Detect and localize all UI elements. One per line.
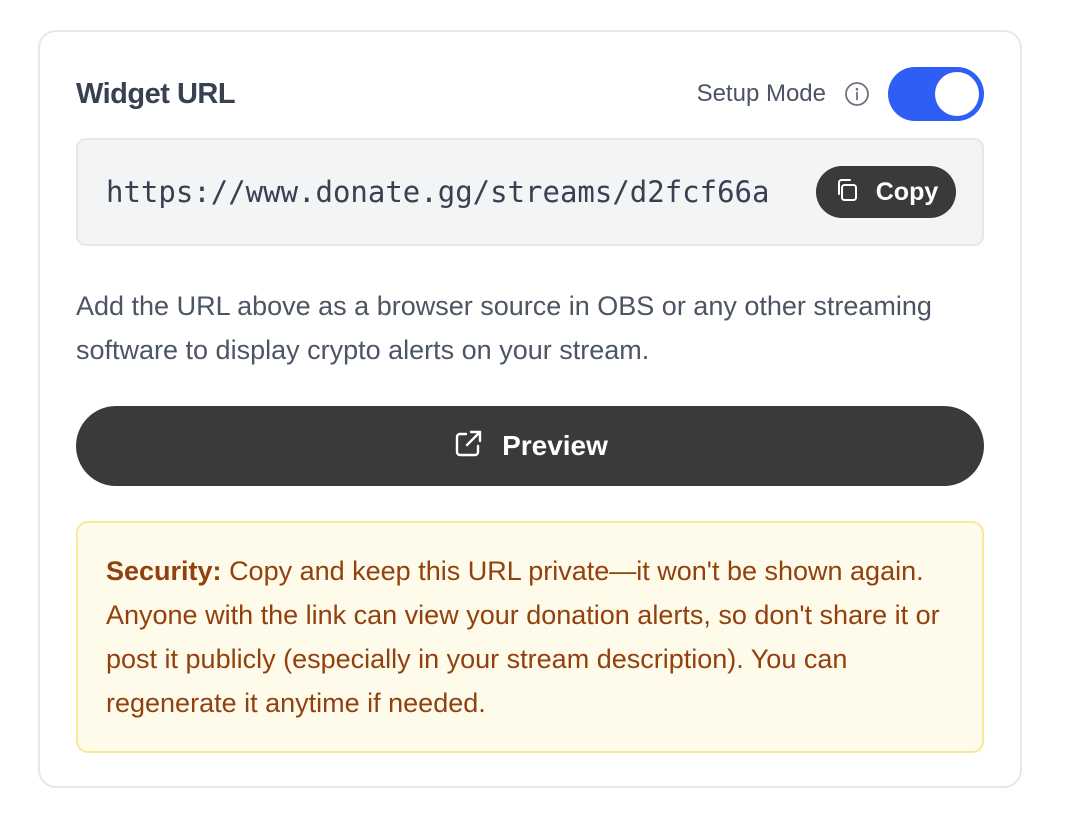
external-link-icon	[452, 428, 484, 465]
toggle-knob	[935, 72, 979, 116]
card-header: Widget URL Setup Mode	[76, 66, 984, 122]
copy-icon	[834, 177, 860, 208]
widget-url-field: https://www.donate.gg/streams/d2fcf66a C…	[76, 138, 984, 246]
preview-button-label: Preview	[502, 430, 608, 461]
instructions-text: Add the URL above as a browser source in…	[76, 291, 932, 365]
security-label: Security:	[106, 556, 222, 586]
security-notice: Security: Copy and keep this URL private…	[76, 521, 984, 753]
widget-url-card: Widget URL Setup Mode https://www.donate…	[38, 30, 1022, 788]
info-icon[interactable]	[844, 81, 870, 107]
card-title: Widget URL	[76, 77, 236, 110]
setup-mode-toggle[interactable]	[888, 67, 984, 121]
setup-mode-control: Setup Mode	[697, 67, 984, 121]
security-text: Copy and keep this URL private—it won't …	[106, 556, 940, 718]
copy-button-label: Copy	[875, 177, 939, 206]
setup-mode-label: Setup Mode	[696, 80, 826, 107]
widget-url-text[interactable]: https://www.donate.gg/streams/d2fcf66a	[106, 140, 804, 244]
preview-button[interactable]: Preview	[76, 406, 984, 486]
copy-button[interactable]: Copy	[816, 166, 956, 218]
